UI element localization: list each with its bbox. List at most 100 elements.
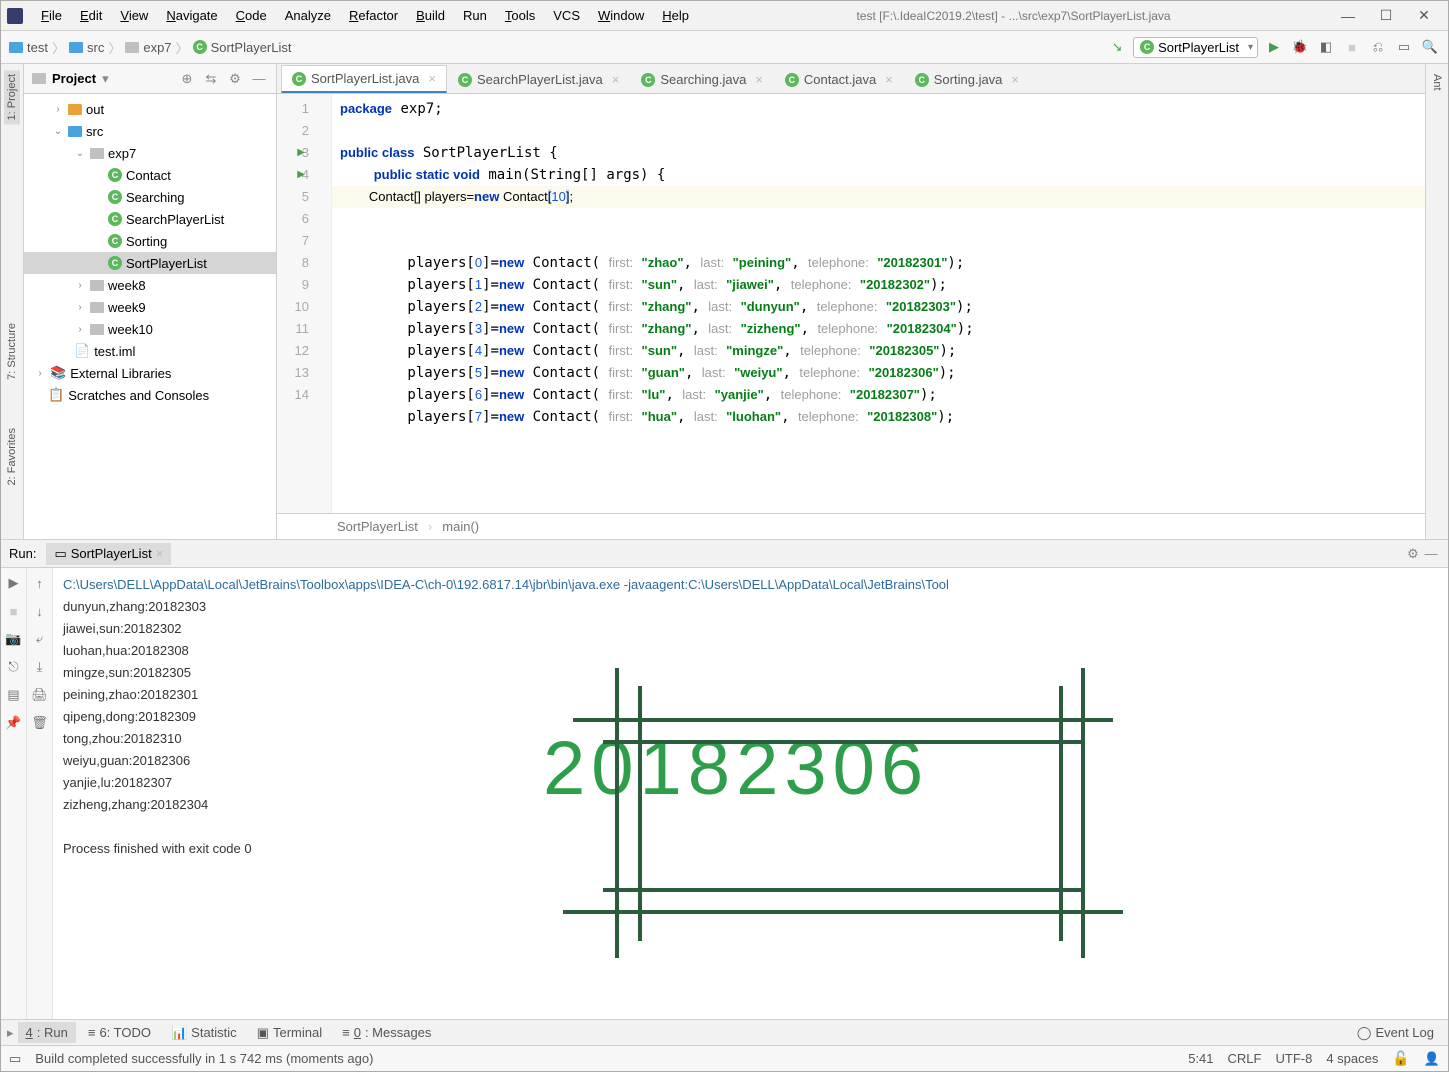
tree-node-week10[interactable]: ›week10 xyxy=(24,318,276,340)
editor-tabs: CSortPlayerList.java× CSearchPlayerList.… xyxy=(277,64,1425,94)
run-gutter-icon[interactable]: ▶ xyxy=(297,142,305,164)
exit-icon[interactable]: ⎋ xyxy=(5,658,23,676)
project-pane: Project ▾ ⊕ ⇆ ⚙ — ›out ⌄src ⌄exp7 CConta… xyxy=(24,64,277,539)
stop-icon[interactable]: ■ xyxy=(1342,37,1362,57)
menu-build[interactable]: Build xyxy=(408,4,453,27)
editor-tab-sorting[interactable]: CSorting.java× xyxy=(904,66,1030,93)
tree-node-external[interactable]: ›📚External Libraries xyxy=(24,362,276,384)
sidebar-tab-project[interactable]: 1: Project xyxy=(4,70,20,124)
menu-analyze[interactable]: Analyze xyxy=(277,4,339,27)
folder-icon xyxy=(90,280,104,291)
tree-node-out[interactable]: ›out xyxy=(24,98,276,120)
menu-bar: File Edit View Navigate Code Analyze Ref… xyxy=(1,1,1448,31)
sidebar-tab-ant[interactable]: Ant xyxy=(1429,70,1445,95)
layout-icon[interactable]: ▤ xyxy=(5,686,23,704)
run-gutter-icon[interactable]: ▶ xyxy=(297,164,305,186)
tree-node-scratches[interactable]: 📋Scratches and Consoles xyxy=(24,384,276,406)
breadcrumb[interactable]: test 〉 src 〉 exp7 〉 C SortPlayerList xyxy=(9,38,291,57)
vcs-icon[interactable]: ⎌ xyxy=(1368,37,1388,57)
console-output[interactable]: C:\Users\DELL\AppData\Local\JetBrains\To… xyxy=(53,568,1448,1019)
close-icon[interactable]: × xyxy=(885,72,893,87)
menu-run[interactable]: Run xyxy=(455,4,495,27)
editor-tab-sortplayerlist[interactable]: CSortPlayerList.java× xyxy=(281,65,447,93)
inspector-icon[interactable]: 👤 xyxy=(1424,1051,1440,1067)
menu-edit[interactable]: Edit xyxy=(72,4,110,27)
up-icon[interactable]: ↑ xyxy=(31,574,49,592)
status-indent[interactable]: 4 spaces xyxy=(1326,1051,1378,1066)
lock-icon[interactable]: 🔓 xyxy=(1392,1050,1409,1067)
tree-node-exp7[interactable]: ⌄exp7 xyxy=(24,142,276,164)
maximize-button[interactable]: ☐ xyxy=(1368,7,1404,24)
menu-tools[interactable]: Tools xyxy=(497,4,543,27)
tree-node-week9[interactable]: ›week9 xyxy=(24,296,276,318)
build-icon[interactable]: ↘ xyxy=(1107,37,1127,57)
tree-node-week8[interactable]: ›week8 xyxy=(24,274,276,296)
bottom-tab-todo[interactable]: ≡ 6: TODO xyxy=(80,1022,159,1043)
run-icon[interactable]: ▶ xyxy=(1264,37,1284,57)
tree-node-src[interactable]: ⌄src xyxy=(24,120,276,142)
run-tab[interactable]: ▭ SortPlayerList × xyxy=(46,543,171,565)
bottom-tab-statistic[interactable]: 📊 Statistic xyxy=(163,1022,245,1044)
menu-vcs[interactable]: VCS xyxy=(545,4,588,27)
bottom-tab-messages[interactable]: ≡ 0: Messages xyxy=(334,1022,439,1043)
sidebar-tab-favorites[interactable]: 2: Favorites xyxy=(4,424,20,489)
menu-help[interactable]: Help xyxy=(654,4,697,27)
editor-tab-searching[interactable]: CSearching.java× xyxy=(630,66,774,93)
stop-icon[interactable]: ■ xyxy=(5,602,23,620)
menu-refactor[interactable]: Refactor xyxy=(341,4,406,27)
editor-tab-contact[interactable]: CContact.java× xyxy=(774,66,904,93)
coverage-icon[interactable]: ◧ xyxy=(1316,37,1336,57)
class-icon: C xyxy=(292,72,306,86)
run-config-combo[interactable]: C SortPlayerList xyxy=(1133,37,1258,58)
editor-breadcrumb[interactable]: SortPlayerList › main() xyxy=(277,513,1425,539)
folder-icon xyxy=(68,126,82,137)
close-icon[interactable]: × xyxy=(428,71,436,86)
hide-icon[interactable]: — xyxy=(1422,546,1440,561)
dump-icon[interactable]: 📷 xyxy=(5,630,23,648)
project-pane-header: Project ▾ ⊕ ⇆ ⚙ — xyxy=(24,64,276,94)
sidebar-tab-structure[interactable]: 7: Structure xyxy=(4,319,20,384)
code-editor[interactable]: package exp7; public class SortPlayerLis… xyxy=(332,94,1425,513)
tree-node-contact[interactable]: CContact xyxy=(24,164,276,186)
close-icon[interactable]: × xyxy=(156,546,164,561)
editor-gutter[interactable]: 12 3▶ 4▶ 567891011121314 xyxy=(277,94,332,513)
close-button[interactable]: ✕ xyxy=(1406,7,1442,24)
tree-node-iml[interactable]: 📄test.iml xyxy=(24,340,276,362)
menu-file[interactable]: File xyxy=(33,4,70,27)
editor-tab-searchplayerlist[interactable]: CSearchPlayerList.java× xyxy=(447,66,630,93)
menu-navigate[interactable]: Navigate xyxy=(158,4,225,27)
wrap-icon[interactable]: ⤶ xyxy=(31,630,49,648)
down-icon[interactable]: ↓ xyxy=(31,602,49,620)
hide-icon[interactable]: — xyxy=(250,71,268,86)
close-icon[interactable]: × xyxy=(755,72,763,87)
structure-icon[interactable]: ▭ xyxy=(1394,37,1414,57)
debug-icon[interactable]: 🐞 xyxy=(1290,37,1310,57)
pin-icon[interactable]: 📌 xyxy=(5,714,23,732)
tree-node-searching[interactable]: CSearching xyxy=(24,186,276,208)
status-position[interactable]: 5:41 xyxy=(1188,1051,1213,1066)
locate-icon[interactable]: ⊕ xyxy=(178,71,196,87)
settings-icon[interactable]: ⚙ xyxy=(226,71,244,87)
status-line-sep[interactable]: CRLF xyxy=(1228,1051,1262,1066)
status-encoding[interactable]: UTF-8 xyxy=(1275,1051,1312,1066)
scroll-icon[interactable]: ⤓ xyxy=(31,658,49,676)
tree-node-sortplayerlist[interactable]: CSortPlayerList xyxy=(24,252,276,274)
rerun-icon[interactable]: ▶ xyxy=(5,574,23,592)
bottom-tab-eventlog[interactable]: ◯ Event Log xyxy=(1349,1022,1442,1044)
menu-view[interactable]: View xyxy=(112,4,156,27)
menu-code[interactable]: Code xyxy=(228,4,275,27)
print-icon[interactable]: 🖨 xyxy=(31,686,49,704)
clear-icon[interactable]: 🗑 xyxy=(31,714,49,732)
bottom-tab-run[interactable]: 4: Run xyxy=(18,1022,76,1043)
menu-window[interactable]: Window xyxy=(590,4,652,27)
settings-icon[interactable]: ⚙ xyxy=(1404,546,1422,562)
close-icon[interactable]: × xyxy=(612,72,620,87)
project-tree[interactable]: ›out ⌄src ⌄exp7 CContact CSearching CSea… xyxy=(24,94,276,539)
close-icon[interactable]: × xyxy=(1011,72,1019,87)
search-everywhere-icon[interactable]: 🔍 xyxy=(1420,37,1440,57)
bottom-tab-terminal[interactable]: ▣ Terminal xyxy=(249,1022,330,1044)
expand-icon[interactable]: ⇆ xyxy=(202,71,220,87)
tree-node-searchplayerlist[interactable]: CSearchPlayerList xyxy=(24,208,276,230)
minimize-button[interactable]: — xyxy=(1330,8,1366,24)
tree-node-sorting[interactable]: CSorting xyxy=(24,230,276,252)
